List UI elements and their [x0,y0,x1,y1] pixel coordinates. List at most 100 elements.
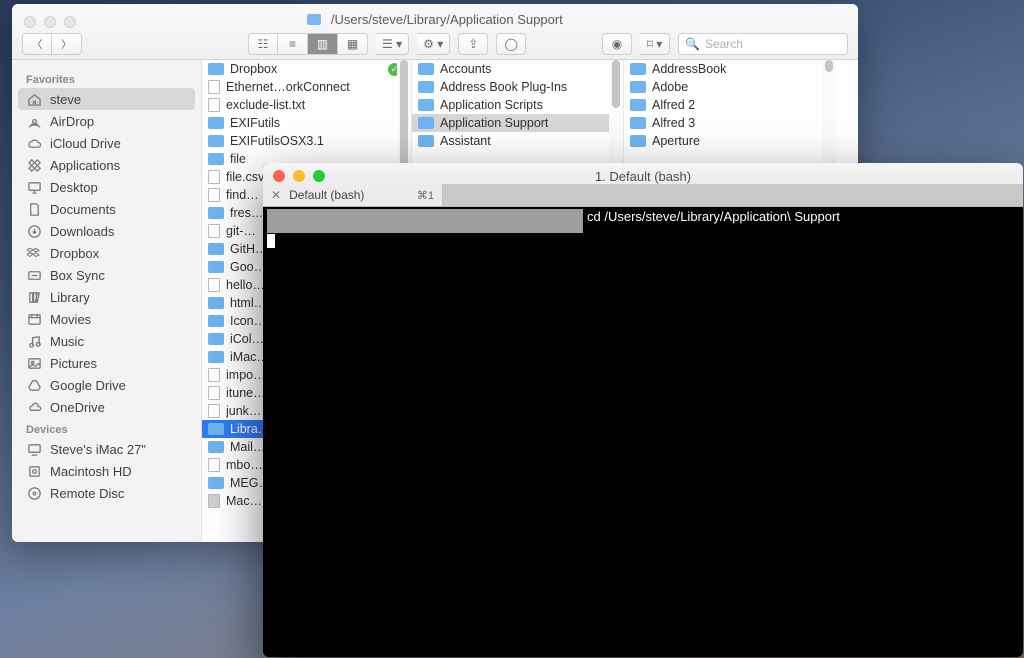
scroll-thumb[interactable] [612,60,620,108]
file-row[interactable]: Address Book Plug-Ins▶ [412,78,623,96]
documents-icon [26,201,42,217]
file-label: Goo… [230,260,266,274]
dropbox-toolbar-button[interactable]: ⌑ ▾ [640,33,670,55]
folder-icon [208,351,224,363]
sidebar-item-remote-disc[interactable]: Remote Disc [12,482,201,504]
sidebar-item-library[interactable]: Library [12,286,201,308]
close-tab-icon[interactable]: ✕ [271,188,281,202]
file-row[interactable]: exclude-list.txt [202,96,411,114]
search-field[interactable]: 🔍 Search [678,33,848,55]
file-icon [208,458,220,472]
sidebar-item-downloads[interactable]: Downloads [12,220,201,242]
sidebar-item-onedrive[interactable]: OneDrive [12,396,201,418]
gallery-view-button[interactable]: ▦ [338,33,368,55]
folder-icon [208,153,224,165]
icon-view-button[interactable]: ☷ [248,33,278,55]
pictures-icon [26,355,42,371]
sidebar-item-label: Desktop [50,180,98,195]
file-label: GitH… [230,242,268,256]
sidebar-item-movies[interactable]: Movies [12,308,201,330]
back-button[interactable]: 〈 [22,33,52,55]
sidebar-item-label: Documents [50,202,116,217]
file-row[interactable]: Dropbox✓ [202,60,411,78]
file-row[interactable]: AddressBook▶ [624,60,836,78]
finder-titlebar: /Users/steve/Library/Application Support… [12,4,858,60]
terminal-body[interactable]: cd /Users/steve/Library/Application\ Sup… [263,207,1023,657]
downloads-icon [26,223,42,239]
sidebar-item-label: Pictures [50,356,97,371]
sidebar-item-steve-s-imac-27-[interactable]: Steve's iMac 27" [12,438,201,460]
file-row[interactable]: Adobe▶ [624,78,836,96]
folder-icon [208,441,224,453]
sidebar-item-google-drive[interactable]: Google Drive [12,374,201,396]
sidebar-item-desktop[interactable]: Desktop [12,176,201,198]
file-label: find… [226,188,259,202]
file-label: AddressBook [652,62,726,76]
sidebar-item-label: Google Drive [50,378,126,393]
file-icon [208,170,220,184]
boxsync-icon [26,267,42,283]
music-icon [26,333,42,349]
sidebar-item-label: iCloud Drive [50,136,121,151]
file-icon [208,404,220,418]
sidebar-item-music[interactable]: Music [12,330,201,352]
gdrive-icon [26,377,42,393]
share-button[interactable]: ⇪ [458,33,488,55]
terminal-tab[interactable]: ✕ Default (bash) ⌘1 [263,184,443,206]
folder-icon [208,423,224,435]
file-row[interactable]: Accounts▶ [412,60,623,78]
forward-button[interactable]: 〉 [52,33,82,55]
sidebar-item-icloud-drive[interactable]: iCloud Drive [12,132,201,154]
terminal-prompt-highlight [267,209,583,233]
folder-icon [630,63,646,75]
file-label: Mac… [226,494,262,508]
folder-icon [418,81,434,93]
sidebar-item-pictures[interactable]: Pictures [12,352,201,374]
sidebar-item-macintosh-hd[interactable]: Macintosh HD [12,460,201,482]
terminal-tab-shortcut: ⌘1 [417,189,434,202]
file-row[interactable]: EXIFutilsOSX3.1▶ [202,132,411,150]
sidebar-item-airdrop[interactable]: AirDrop [12,110,201,132]
file-row[interactable]: Application Scripts▶ [412,96,623,114]
sidebar-item-documents[interactable]: Documents [12,198,201,220]
terminal-window: 1. Default (bash) ✕ Default (bash) ⌘1 cd… [263,163,1023,657]
folder-icon [307,14,321,25]
sidebar-item-steve[interactable]: steve [18,88,195,110]
file-row[interactable]: Assistant▶ [412,132,623,150]
sidebar-item-label: Steve's iMac 27" [50,442,146,457]
finder-sidebar: FavoritessteveAirDropiCloud DriveApplica… [12,60,202,542]
list-view-button[interactable]: ≡ [278,33,308,55]
file-label: Accounts [440,62,491,76]
sidebar-item-label: Music [50,334,84,349]
folder-icon [418,135,434,147]
tags-button[interactable]: ◯ [496,33,526,55]
file-label: hello… [226,278,265,292]
quicklook-button[interactable]: ◉ [602,33,632,55]
file-icon [208,98,220,112]
scroll-thumb[interactable] [825,60,833,72]
disc-icon [26,485,42,501]
sidebar-item-label: OneDrive [50,400,105,415]
folder-icon [208,207,224,219]
file-label: Ethernet…orkConnect [226,80,350,94]
file-row[interactable]: Alfred 3▶ [624,114,836,132]
file-row[interactable]: Ethernet…orkConnect [202,78,411,96]
sidebar-item-box-sync[interactable]: Box Sync [12,264,201,286]
arrange-button[interactable]: ☰ ▾ [376,33,409,55]
column-view-button[interactable]: ▥ [308,33,338,55]
file-row[interactable]: EXIFutils▶ [202,114,411,132]
file-row[interactable]: Application Support▶ [412,114,623,132]
folder-icon [208,117,224,129]
file-row[interactable]: Aperture▶ [624,132,836,150]
file-row[interactable]: Alfred 2▶ [624,96,836,114]
sidebar-item-dropbox[interactable]: Dropbox [12,242,201,264]
actions-button[interactable]: ⚙ ▾ [417,33,450,55]
library-icon [26,289,42,305]
sidebar-item-applications[interactable]: Applications [12,154,201,176]
folder-icon [630,99,646,111]
file-label: junk… [226,404,261,418]
hdd-icon [208,494,220,508]
file-icon [208,368,220,382]
search-placeholder: Search [705,37,743,51]
sidebar-item-label: Box Sync [50,268,105,283]
